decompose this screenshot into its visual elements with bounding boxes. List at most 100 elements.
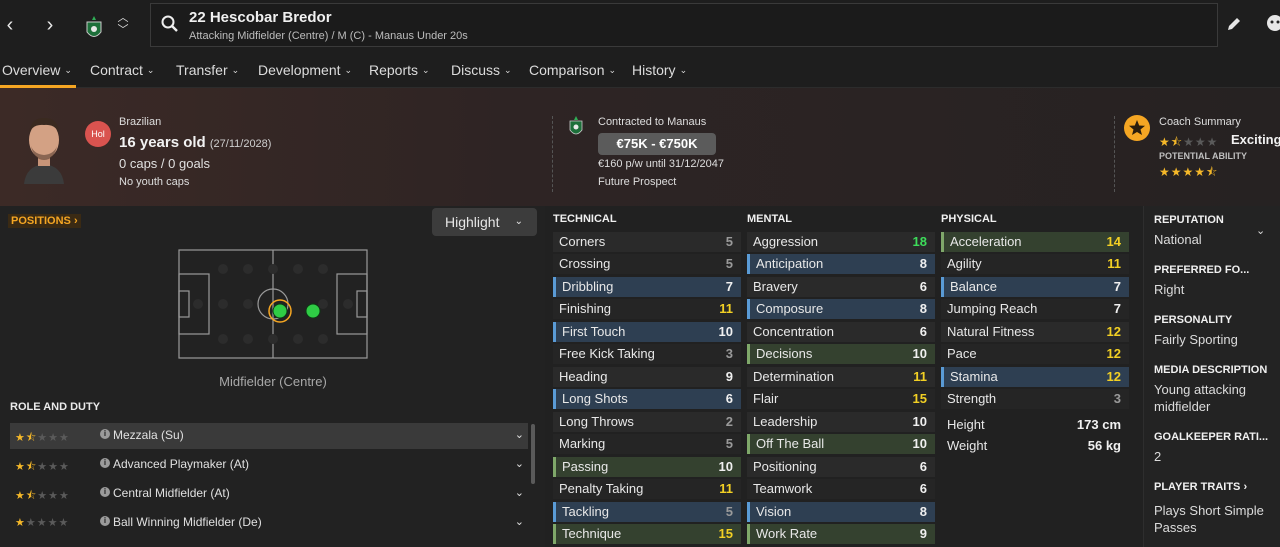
reputation-value: National — [1154, 232, 1202, 247]
role-row[interactable]: ★★★★★ i Ball Winning Midfielder (De) ⌄ — [10, 510, 528, 536]
attribute-row[interactable]: Strength 3 — [941, 389, 1129, 409]
goalkeeper-rating-value: 2 — [1154, 449, 1162, 464]
role-row[interactable]: ★⯪★★★ i Central Midfielder (At) ⌄ — [10, 481, 528, 507]
attribute-row[interactable]: Agility 11 — [941, 254, 1129, 274]
preferred-foot-value: Right — [1154, 282, 1185, 297]
tab-contract[interactable]: Contract ⌄ — [90, 62, 154, 78]
attribute-row[interactable]: Anticipation 8 — [747, 254, 935, 274]
reputation-label: REPUTATION — [1154, 214, 1224, 226]
attribute-row[interactable]: Pace 12 — [941, 344, 1129, 364]
attribute-row[interactable]: Off The Ball 10 — [747, 434, 935, 454]
tab-history[interactable]: History ⌄ — [632, 62, 687, 78]
tab-overview[interactable]: Overview ⌄ — [2, 62, 72, 78]
player-portrait[interactable] — [14, 110, 74, 186]
player-subtitle: Attacking Midfielder (Centre) / M (C) - … — [189, 30, 468, 42]
transfer-value[interactable]: €75K - €750K — [598, 133, 716, 155]
info-icon[interactable]: i — [100, 458, 110, 468]
personality-value: Fairly Sporting — [1154, 332, 1238, 347]
tab-development[interactable]: Development ⌄ — [258, 62, 352, 78]
divider — [552, 116, 553, 192]
role-stars: ★★★★★ — [15, 517, 70, 529]
youth-caps: No youth caps — [119, 176, 190, 188]
preferred-foot-label: PREFERRED FO... — [1154, 264, 1250, 276]
role-row[interactable]: ★⯪★★★ i Mezzala (Su) ⌄ — [10, 423, 528, 449]
attribute-row[interactable]: Leadership 10 — [747, 412, 935, 432]
attribute-row[interactable]: First Touch 10 — [553, 322, 741, 342]
attribute-row[interactable]: Concentration 6 — [747, 322, 935, 342]
attribute-row[interactable]: Bravery 6 — [747, 277, 935, 297]
player-switcher-icon[interactable]: ︿ ﹀ — [116, 12, 130, 40]
nationality-badge[interactable]: Hol — [85, 121, 111, 147]
weight-row: Weight 56 kg — [947, 438, 1121, 453]
attribute-row[interactable]: Natural Fitness 12 — [941, 322, 1129, 342]
attribute-row[interactable]: Decisions 10 — [747, 344, 935, 364]
technical-title: TECHNICAL — [553, 213, 617, 225]
coach-summary-label: Coach Summary — [1159, 116, 1241, 128]
tab-transfer[interactable]: Transfer ⌄ — [176, 62, 239, 78]
positions-link[interactable]: POSITIONS › — [8, 214, 81, 228]
player-search-box[interactable]: 22 Hescobar Bredor Attacking Midfielder … — [150, 3, 1218, 47]
height-row: Height 173 cm — [947, 417, 1121, 432]
role-duty-title: ROLE AND DUTY — [10, 401, 101, 413]
highlight-dropdown[interactable]: Highlight ⌄ — [432, 208, 537, 236]
edit-pencil-icon[interactable] — [1226, 16, 1242, 32]
attribute-row[interactable]: Long Shots 6 — [553, 389, 741, 409]
chevron-down-icon[interactable]: ⌄ — [515, 428, 524, 441]
physical-title: PHYSICAL — [941, 213, 997, 225]
divider — [1114, 116, 1115, 192]
tab-reports[interactable]: Reports ⌄ — [369, 62, 430, 78]
attribute-row[interactable]: Long Throws 2 — [553, 412, 741, 432]
info-icon[interactable]: i — [100, 487, 110, 497]
attribute-row[interactable]: Jumping Reach 7 — [941, 299, 1129, 319]
attribute-row[interactable]: Composure 8 — [747, 299, 935, 319]
tab-bar: Overview ⌄ Contract ⌄ Transfer ⌄ Developmen… — [0, 52, 1280, 88]
attribute-row[interactable]: Tackling 5 — [553, 502, 741, 522]
coach-star-icon — [1124, 115, 1150, 141]
attribute-row[interactable]: Dribbling 7 — [553, 277, 741, 297]
prospect-status: Future Prospect — [598, 176, 677, 188]
club-crest-small-icon — [569, 116, 583, 135]
attribute-row[interactable]: Vision 8 — [747, 502, 935, 522]
attribute-row[interactable]: Corners 5 — [553, 232, 741, 252]
attribute-row[interactable]: Acceleration 14 — [941, 232, 1129, 252]
attribute-row[interactable]: Heading 9 — [553, 367, 741, 387]
attribute-row[interactable]: Finishing 11 — [553, 299, 741, 319]
attribute-row[interactable]: Penalty Taking 11 — [553, 479, 741, 499]
club-crest-icon[interactable] — [84, 14, 104, 42]
search-icon — [161, 15, 178, 32]
chevron-down-icon[interactable]: ⌄ — [515, 457, 524, 470]
chevron-down-icon[interactable]: ⌄ — [515, 486, 524, 499]
player-traits-link[interactable]: PLAYER TRAITS › — [1154, 481, 1247, 493]
attribute-row[interactable]: Aggression 18 — [747, 232, 935, 252]
attribute-row[interactable]: Flair 15 — [747, 389, 935, 409]
attribute-row[interactable]: Marking 5 — [553, 434, 741, 454]
attribute-row[interactable]: Free Kick Taking 3 — [553, 344, 741, 364]
back-arrow-icon[interactable]: ‹ — [0, 12, 20, 38]
info-icon[interactable]: i — [100, 516, 110, 526]
top-bar: ‹ › ︿ ﹀ 22 Hescobar Bredor Attacking Midf… — [0, 0, 1280, 52]
roles-scrollbar[interactable] — [531, 424, 535, 484]
player-traits-value: Plays Short Simple Passes — [1154, 503, 1264, 535]
position-pitch-map[interactable] — [178, 249, 368, 359]
attribute-row[interactable]: Positioning 6 — [747, 457, 935, 477]
role-name: Mezzala (Su) — [113, 428, 184, 442]
attribute-row[interactable]: Balance 7 — [941, 277, 1129, 297]
attribute-row[interactable]: Work Rate 9 — [747, 524, 935, 544]
tab-comparison[interactable]: Comparison ⌄ — [529, 62, 616, 78]
attribute-row[interactable]: Teamwork 6 — [747, 479, 935, 499]
date-of-birth: (27/11/2028) — [209, 138, 272, 150]
coach-verdict: Exciting — [1231, 132, 1280, 147]
attribute-row[interactable]: Crossing 5 — [553, 254, 741, 274]
info-icon[interactable]: i — [100, 429, 110, 439]
role-name: Advanced Playmaker (At) — [113, 457, 250, 471]
attribute-row[interactable]: Stamina 12 — [941, 367, 1129, 387]
chevron-down-icon[interactable]: ⌄ — [515, 515, 524, 528]
tab-discuss[interactable]: Discuss ⌄ — [451, 62, 512, 78]
role-row[interactable]: ★⯪★★★ i Advanced Playmaker (At) ⌄ — [10, 452, 528, 478]
attribute-row[interactable]: Technique 15 — [553, 524, 741, 544]
attribute-row[interactable]: Passing 10 — [553, 457, 741, 477]
attribute-row[interactable]: Determination 11 — [747, 367, 935, 387]
player-face-icon[interactable] — [1266, 14, 1280, 34]
forward-arrow-icon[interactable]: › — [40, 12, 60, 38]
player-title: 22 Hescobar Bredor — [189, 9, 332, 26]
